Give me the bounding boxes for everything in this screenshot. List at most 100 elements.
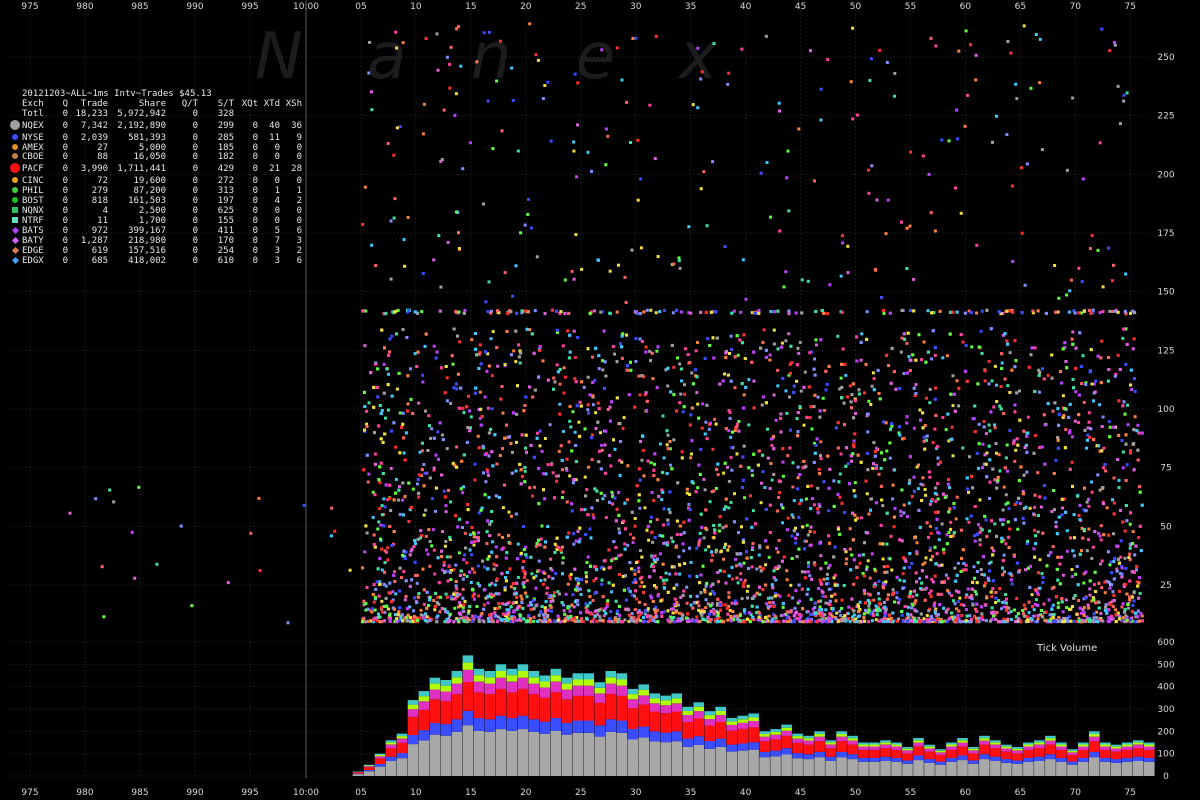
- trade-point: [832, 504, 836, 508]
- trade-point: [1002, 518, 1006, 522]
- trade-point: [587, 465, 591, 469]
- trade-point: [968, 455, 971, 459]
- trade-point: [1112, 599, 1116, 602]
- trade-point: [572, 532, 576, 536]
- trade-point: [982, 420, 986, 423]
- trade-point: [529, 443, 533, 447]
- trade-point: [1016, 527, 1020, 531]
- trade-point: [1064, 598, 1068, 602]
- trade-point: [1036, 471, 1040, 475]
- trade-point: [372, 385, 376, 389]
- trade-point: [1036, 530, 1040, 534]
- trade-point: [529, 607, 533, 611]
- trade-point: [403, 598, 407, 602]
- trade-point: [1093, 390, 1097, 394]
- trade-point: [1112, 476, 1116, 480]
- trade-point: [370, 607, 374, 611]
- trade-point: [992, 549, 996, 553]
- trade-point: [865, 310, 869, 314]
- trade-point: [662, 456, 666, 460]
- trade-point: [1054, 520, 1058, 524]
- trade-point: [1038, 558, 1042, 562]
- trade-point: [839, 452, 843, 456]
- trade-point: [840, 619, 843, 623]
- trade-point: [413, 560, 417, 564]
- trade-point: [1013, 608, 1016, 612]
- trade-point: [957, 386, 961, 390]
- trade-point: [924, 360, 928, 364]
- trade-point: [649, 461, 653, 465]
- trade-point: [676, 356, 679, 360]
- trade-point: [912, 386, 916, 390]
- trade-point: [446, 569, 449, 573]
- trade-point: [836, 334, 840, 338]
- trade-point: [421, 567, 425, 571]
- trade-point: [733, 492, 736, 496]
- trade-point: [1005, 339, 1009, 343]
- trade-point: [941, 356, 945, 360]
- trade-point: [601, 497, 605, 501]
- trade-point: [728, 352, 731, 355]
- trade-point: [975, 451, 979, 455]
- trade-point: [729, 334, 733, 338]
- trade-point: [515, 440, 518, 444]
- trade-point: [929, 532, 933, 535]
- trade-point: [1033, 528, 1036, 532]
- trade-point: [791, 485, 795, 489]
- trade-point: [514, 360, 518, 364]
- trade-point: [910, 495, 914, 498]
- trade-point: [567, 440, 571, 444]
- trade-point: [489, 337, 493, 341]
- trade-point: [929, 558, 933, 562]
- trade-point: [911, 595, 915, 599]
- trade-point: [518, 361, 522, 365]
- trade-point: [625, 498, 629, 502]
- trade-point: [406, 409, 410, 413]
- trade-point: [599, 491, 603, 495]
- trade-point: [582, 385, 586, 389]
- trade-point: [424, 508, 428, 512]
- trade-point: [907, 481, 911, 485]
- trade-point: [408, 553, 412, 557]
- trade-point: [461, 587, 465, 591]
- trade-point: [726, 618, 730, 622]
- trade-point: [1117, 478, 1121, 482]
- trade-point: [780, 341, 784, 345]
- trade-point: [404, 579, 408, 583]
- trade-point: [993, 426, 997, 430]
- trade-point: [1028, 586, 1032, 589]
- trade-point: [944, 428, 948, 432]
- trade-point: [395, 387, 399, 391]
- trade-point: [378, 615, 382, 619]
- trade-point: [727, 479, 731, 483]
- trade-point: [740, 341, 744, 345]
- trade-point: [690, 371, 694, 375]
- trade-point: [953, 409, 957, 413]
- trade-point: [425, 548, 428, 552]
- trade-point: [980, 309, 984, 313]
- trade-point: [634, 337, 638, 341]
- trade-point: [697, 604, 701, 608]
- trade-point: [637, 570, 641, 574]
- trade-point: [1025, 434, 1029, 438]
- trade-point: [375, 619, 379, 623]
- trade-point: [613, 352, 616, 356]
- trade-point: [376, 527, 380, 531]
- trade-point: [735, 452, 739, 456]
- trade-point: [543, 312, 547, 316]
- trade-point: [462, 453, 466, 457]
- trade-point: [372, 533, 376, 537]
- trade-point: [597, 367, 601, 371]
- trade-point: [1036, 309, 1040, 313]
- trade-point: [1032, 614, 1036, 618]
- trade-point: [544, 540, 547, 544]
- trade-point: [403, 495, 407, 499]
- trade-point: [821, 591, 825, 595]
- trade-point: [973, 539, 977, 543]
- trade-point: [480, 415, 484, 418]
- trade-point: [800, 570, 804, 574]
- trade-point: [867, 399, 871, 403]
- trade-point: [807, 570, 811, 574]
- trade-point: [948, 486, 951, 490]
- trade-point: [924, 493, 928, 497]
